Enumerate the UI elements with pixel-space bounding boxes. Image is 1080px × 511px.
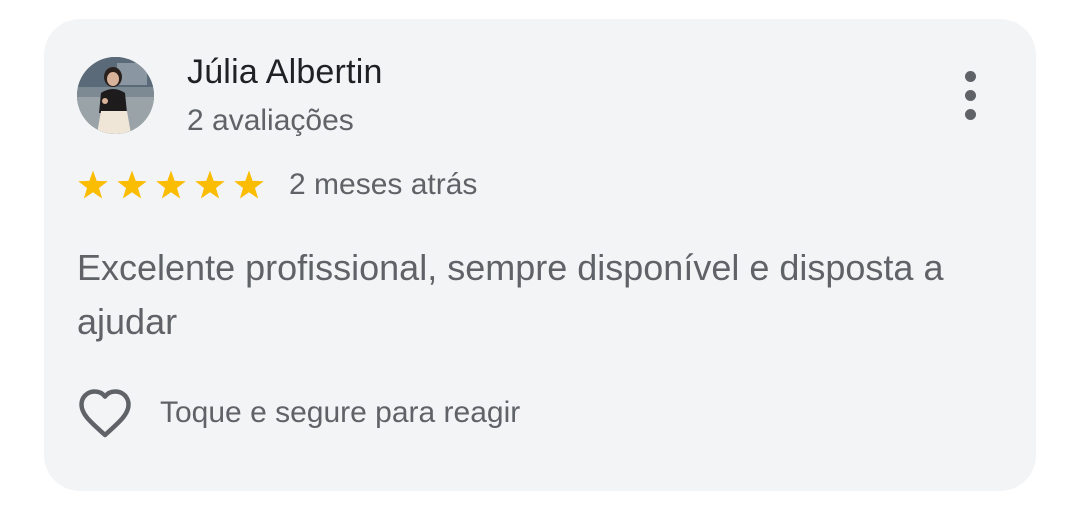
rating-row: 2 meses atrás [77, 168, 477, 202]
star-icon [156, 170, 186, 199]
author-review-count: 2 avaliações [187, 104, 354, 137]
review-text: Excelente profissional, sempre disponíve… [77, 247, 944, 342]
react-button[interactable]: Toque e segure para reagir [77, 386, 520, 440]
review-card: Júlia Albertin 2 avaliações 2 meses atrá… [44, 19, 1036, 491]
star-rating [77, 169, 265, 201]
star-icon [117, 170, 147, 199]
react-label: Toque e segure para reagir [160, 396, 521, 429]
heart-outline-icon [79, 389, 131, 438]
star-icon [234, 170, 264, 199]
avatar-photo [77, 57, 154, 134]
author-name[interactable]: Júlia Albertin [187, 53, 383, 92]
star-icon [78, 170, 108, 199]
star-icon [195, 170, 225, 199]
review-date: 2 meses atrás [289, 168, 478, 201]
more-options-button[interactable] [948, 67, 992, 123]
avatar[interactable] [77, 57, 154, 134]
more-vertical-icon [964, 70, 976, 82]
